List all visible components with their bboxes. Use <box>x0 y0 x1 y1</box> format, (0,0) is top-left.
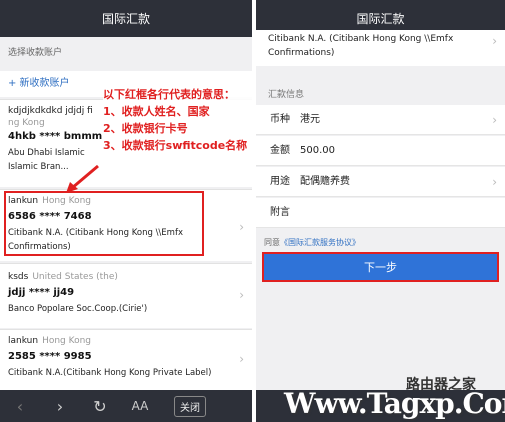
annotation-highlight-box <box>4 191 204 256</box>
account-card: jdjj **** jj49 <box>8 287 75 298</box>
currency-row[interactable]: 币种 港元 › <box>256 105 505 135</box>
account-card: 2585 **** 9985 <box>8 351 92 362</box>
font-size-icon[interactable]: AA <box>120 399 160 413</box>
bank-line1: Citibank N.A. (Citibank Hong Kong \\Emfx <box>268 34 454 44</box>
purpose-row[interactable]: 用途 配偶赡养费 › <box>256 167 505 197</box>
section-label: 选择收款账户 <box>8 48 63 58</box>
annotation-text: 以下红框各行代表的意思： 1、收款人姓名、国家 2、收款银行卡号 3、收款银行s… <box>103 86 252 154</box>
forward-icon[interactable]: › <box>40 397 80 416</box>
nav-bar: 国际汇款 <box>0 0 252 37</box>
close-button[interactable]: 关闭 <box>174 395 206 417</box>
row-value: 500.00 <box>300 145 335 156</box>
chevron-right-icon: › <box>492 34 497 48</box>
account-name: ksds <box>8 272 29 282</box>
page-title: 国际汇款 <box>101 12 150 26</box>
row-value: 配偶赡养费 <box>300 176 350 187</box>
left-screen: 国际汇款 选择收款账户 + 新收款账户 kdjdjkdkdkd jdjdj fi… <box>0 0 252 422</box>
annotation-line: 以下红框各行代表的意思： <box>103 88 235 101</box>
chevron-right-icon: › <box>492 113 497 127</box>
chevron-right-icon: › <box>239 220 244 234</box>
right-screen: 国际汇款 Citibank N.A. (Citibank Hong Kong \… <box>256 0 505 422</box>
account-name: kdjdjkdkdkd jdjdj fi <box>8 106 93 116</box>
row-label: 金额 <box>270 145 290 156</box>
account-bank: Citibank N.A.(Citibank Hong Kong Private… <box>8 368 212 378</box>
annotation-line: 2、收款银行卡号 <box>103 122 188 135</box>
row-label: 附言 <box>270 207 290 218</box>
back-icon[interactable]: ‹ <box>0 397 40 416</box>
account-item[interactable]: lankun Hong Kong 2585 **** 9985 Citibank … <box>0 329 252 390</box>
page-title: 国际汇款 <box>356 12 405 26</box>
account-bank-line2: Islamic Bran... <box>8 162 69 172</box>
account-item[interactable]: ksds United States (the) jdjj **** jj49 B… <box>0 263 252 328</box>
account-country: United States (the) <box>32 272 118 282</box>
section-label: 汇款信息 <box>268 90 305 100</box>
account-name: lankun <box>8 336 39 346</box>
row-label: 用途 <box>270 176 290 187</box>
note-row[interactable]: 附言 <box>256 198 505 228</box>
agreement-text: 同意《国际汇款服务协议》 <box>264 237 360 248</box>
browser-toolbar: ‹ › ↻ AA 关闭 <box>0 390 252 422</box>
chevron-right-icon: › <box>239 288 244 302</box>
watermark: Www.Tagxp.Com <box>284 387 505 420</box>
account-country: Hong Kong <box>42 336 92 346</box>
agreement-prefix: 同意 <box>264 238 280 247</box>
annotation-line: 1、收款人姓名、国家 <box>103 105 210 118</box>
selected-bank[interactable]: Citibank N.A. (Citibank Hong Kong \\Emfx… <box>256 30 505 66</box>
bank-line2: Confirmations) <box>268 48 335 58</box>
next-button[interactable]: 下一步 <box>262 252 499 282</box>
row-label: 币种 <box>270 114 290 125</box>
annotation-arrow <box>66 164 99 193</box>
annotation-line: 3、收款银行swfitcode名称 <box>103 139 248 152</box>
agreement-link[interactable]: 《国际汇款服务协议》 <box>280 238 360 247</box>
account-bank: Banco Popolare Soc.Coop.(Cirie') <box>8 304 148 314</box>
amount-row[interactable]: 金额 500.00 <box>256 136 505 166</box>
row-value: 港元 <box>300 114 320 125</box>
refresh-icon[interactable]: ↻ <box>80 397 120 416</box>
chevron-right-icon: › <box>492 175 497 189</box>
chevron-right-icon: › <box>239 352 244 366</box>
